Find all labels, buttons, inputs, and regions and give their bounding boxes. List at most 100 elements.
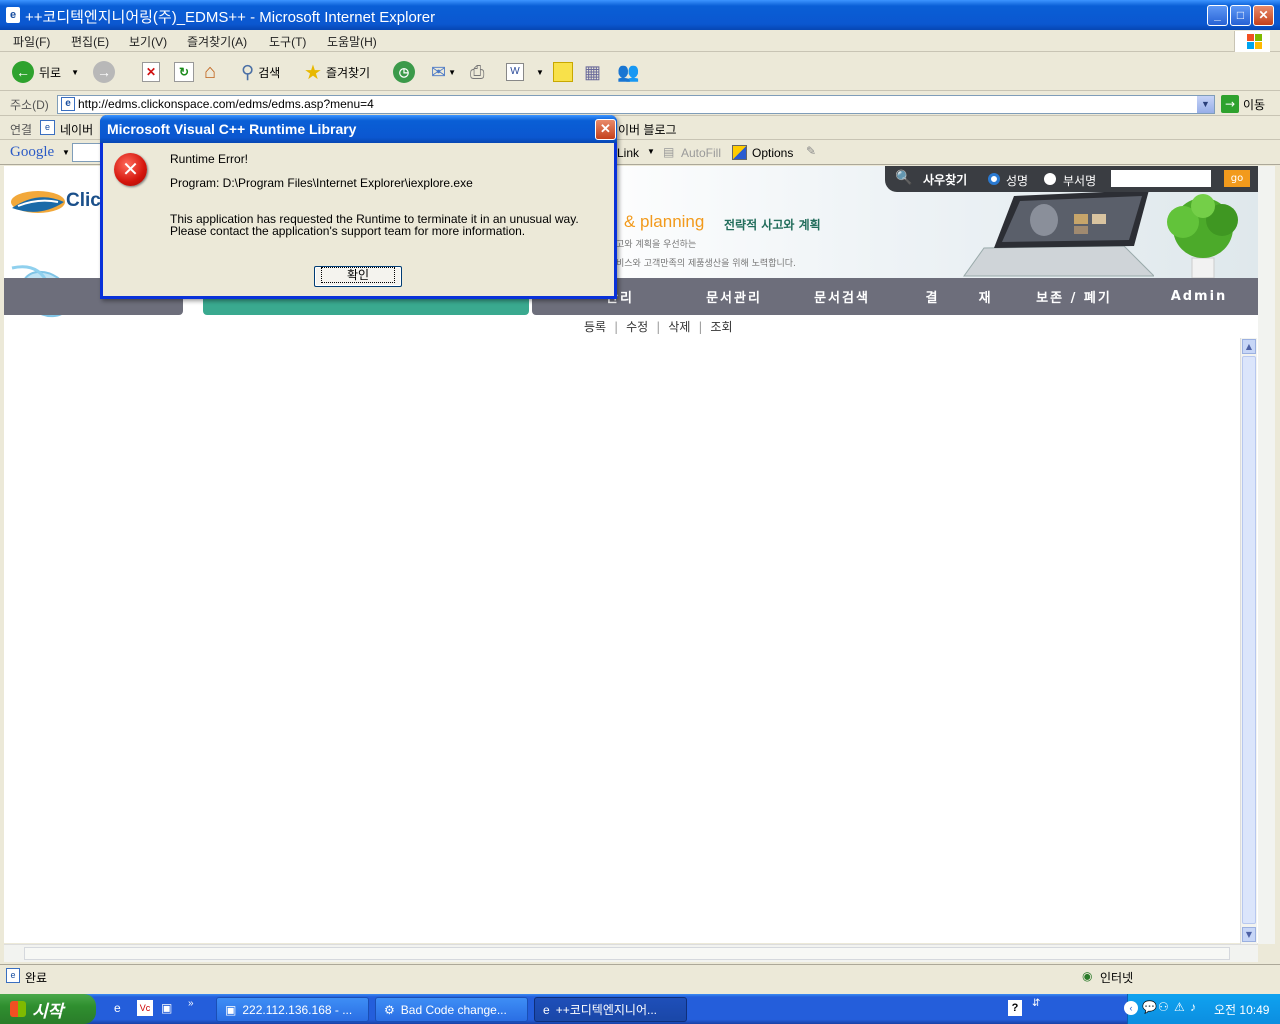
- task-edms-browser[interactable]: e ++코디텍엔지니어...: [534, 997, 687, 1022]
- research-icon: ▦: [584, 61, 602, 82]
- menu-file[interactable]: 파일(F): [13, 33, 50, 50]
- subnav-edit[interactable]: 수정: [626, 320, 648, 334]
- options-button[interactable]: Options: [752, 146, 793, 160]
- google-search-input[interactable]: [72, 143, 102, 162]
- outer-scrollbar[interactable]: [1258, 166, 1275, 944]
- quicklaunch-window-icon[interactable]: ▣: [161, 1001, 172, 1015]
- address-dropdown-icon[interactable]: ▼: [1197, 96, 1214, 113]
- dialog-title: Microsoft Visual C++ Runtime Library: [107, 121, 357, 137]
- staff-search-title: 사우찾기: [923, 173, 968, 187]
- home-button[interactable]: ⌂: [204, 61, 216, 83]
- language-bar-icon[interactable]: ⇵: [1032, 998, 1040, 1009]
- pencil-icon[interactable]: ✎: [806, 144, 816, 158]
- menu-tools[interactable]: 도구(T): [269, 33, 306, 50]
- radio-name[interactable]: [988, 173, 1000, 185]
- staff-search-input[interactable]: [1111, 170, 1211, 187]
- link-naver-blog[interactable]: 이버 블로그: [618, 121, 677, 138]
- favorites-button[interactable]: ★ 즐겨찾기: [304, 61, 370, 84]
- tray-network-icon[interactable]: ⚇: [1158, 1000, 1169, 1014]
- tray-update-icon[interactable]: ⚠: [1174, 1000, 1185, 1014]
- task-bad-code[interactable]: ⚙ Bad Code change...: [375, 997, 528, 1022]
- dialog-close-button[interactable]: ✕: [595, 119, 616, 140]
- scroll-thumb[interactable]: [1242, 356, 1256, 924]
- history-button[interactable]: ◷: [393, 61, 415, 83]
- ok-button[interactable]: 확인: [314, 266, 402, 287]
- nav-approval[interactable]: 결 재: [909, 278, 1009, 315]
- clock[interactable]: 오전 10:49: [1214, 1001, 1269, 1018]
- link-naver[interactable]: 네이버: [60, 121, 93, 138]
- chevron-down-icon[interactable]: ▼: [71, 68, 79, 77]
- slogan-english: & planning: [624, 212, 705, 231]
- maximize-button[interactable]: □: [1230, 5, 1251, 26]
- sub-nav: 등록 | 수정 | 삭제 | 조회: [584, 320, 733, 334]
- scroll-down-icon[interactable]: ▼: [1242, 927, 1256, 942]
- minimize-button[interactable]: _: [1207, 5, 1228, 26]
- google-link-button[interactable]: Link: [617, 146, 639, 160]
- nav-preserve-dispose[interactable]: 보존 / 폐기: [1019, 278, 1129, 315]
- options-icon: [732, 145, 747, 160]
- chevron-down-icon[interactable]: ▼: [647, 147, 655, 156]
- windows-logo-icon: [1234, 31, 1270, 52]
- messenger-button[interactable]: 👥: [617, 61, 639, 83]
- forward-button[interactable]: →: [93, 61, 115, 83]
- status-text: 완료: [25, 971, 48, 985]
- back-button[interactable]: ← 뒤로 ▼: [12, 61, 79, 83]
- nav-document-manage[interactable]: 문서관리: [684, 278, 784, 315]
- tray-expand-icon[interactable]: ‹: [1124, 1001, 1138, 1015]
- error-message-2: Please contact the application's support…: [170, 224, 526, 238]
- mail-button[interactable]: ✉ ▼: [431, 61, 456, 83]
- taskbar: 시작 e Vc ▣ » ▣ 222.112.136.168 - ... ⚙ Bad …: [0, 994, 1280, 1024]
- search-icon: ⚲: [241, 61, 255, 82]
- company-logo: [10, 188, 66, 216]
- menu-view[interactable]: 보기(V): [129, 33, 167, 50]
- mail-icon: ✉: [431, 61, 447, 82]
- nav-admin[interactable]: Admin: [1154, 278, 1244, 315]
- radio-department[interactable]: [1044, 173, 1056, 185]
- link-page-icon: e: [40, 120, 55, 135]
- note-button[interactable]: [553, 61, 573, 83]
- help-icon[interactable]: ?: [1008, 1000, 1022, 1016]
- close-button[interactable]: ✕: [1253, 5, 1274, 26]
- subnav-register[interactable]: 등록: [584, 320, 606, 334]
- address-label: 주소(D): [10, 98, 49, 112]
- go-button[interactable]: → 이동: [1221, 95, 1265, 113]
- subnav-view[interactable]: 조회: [710, 320, 732, 334]
- refresh-button[interactable]: ↻: [174, 61, 194, 83]
- star-icon: ★: [304, 61, 322, 84]
- quicklaunch-vc-icon[interactable]: Vc: [137, 1000, 153, 1016]
- tray-volume-icon[interactable]: ♪: [1190, 1000, 1196, 1014]
- quicklaunch-more-icon[interactable]: »: [188, 998, 194, 1009]
- menu-favorites[interactable]: 즐겨찾기(A): [187, 33, 247, 50]
- search-button[interactable]: ⚲ 검색: [241, 61, 280, 83]
- research-button[interactable]: ▦: [584, 61, 601, 83]
- window-title-bar[interactable]: e ++코디텍엔지니어링(주)_EDMS++ - Microsoft Inter…: [0, 0, 1280, 30]
- edit-button[interactable]: W ▼: [506, 61, 544, 83]
- task-remote-desktop[interactable]: ▣ 222.112.136.168 - ...: [216, 997, 369, 1022]
- scroll-up-icon[interactable]: ▲: [1242, 339, 1256, 354]
- chevron-down-icon[interactable]: ▼: [62, 148, 70, 157]
- autofill-button[interactable]: AutoFill: [681, 146, 721, 160]
- globe-icon: ◉: [1082, 969, 1093, 983]
- menu-edit[interactable]: 편집(E): [71, 33, 109, 50]
- menu-bar: 파일(F) 편집(E) 보기(V) 즐겨찾기(A) 도구(T) 도움말(H): [0, 30, 1280, 52]
- staff-search-panel: 🔍 사우찾기 성명 부서명 go: [885, 166, 1258, 192]
- history-icon: ◷: [393, 61, 415, 83]
- stop-button[interactable]: ✕: [142, 61, 160, 83]
- dialog-title-bar[interactable]: Microsoft Visual C++ Runtime Library ✕: [100, 115, 617, 143]
- h-scroll-track[interactable]: [24, 947, 1230, 960]
- security-zone: 인터넷: [1100, 971, 1134, 985]
- messenger-icon: 👥: [617, 61, 640, 82]
- subnav-delete[interactable]: 삭제: [668, 320, 690, 334]
- menu-help[interactable]: 도움말(H): [327, 33, 377, 50]
- print-button[interactable]: ⎙: [470, 61, 484, 83]
- tray-messenger-icon[interactable]: 💬: [1142, 1000, 1157, 1014]
- error-program: Program: D:\Program Files\Internet Explo…: [170, 176, 473, 190]
- quicklaunch-ie-icon[interactable]: e: [114, 1001, 121, 1015]
- address-input[interactable]: e http://edms.clickonspace.com/edms/edms…: [57, 95, 1215, 114]
- staff-search-go-button[interactable]: go: [1224, 170, 1250, 187]
- start-button[interactable]: 시작: [0, 994, 96, 1024]
- google-logo[interactable]: Google: [10, 144, 54, 161]
- vertical-scrollbar[interactable]: ▲ ▼: [1240, 338, 1257, 944]
- nav-document-search[interactable]: 문서검색: [792, 278, 892, 315]
- horizontal-scrollbar[interactable]: [4, 944, 1258, 962]
